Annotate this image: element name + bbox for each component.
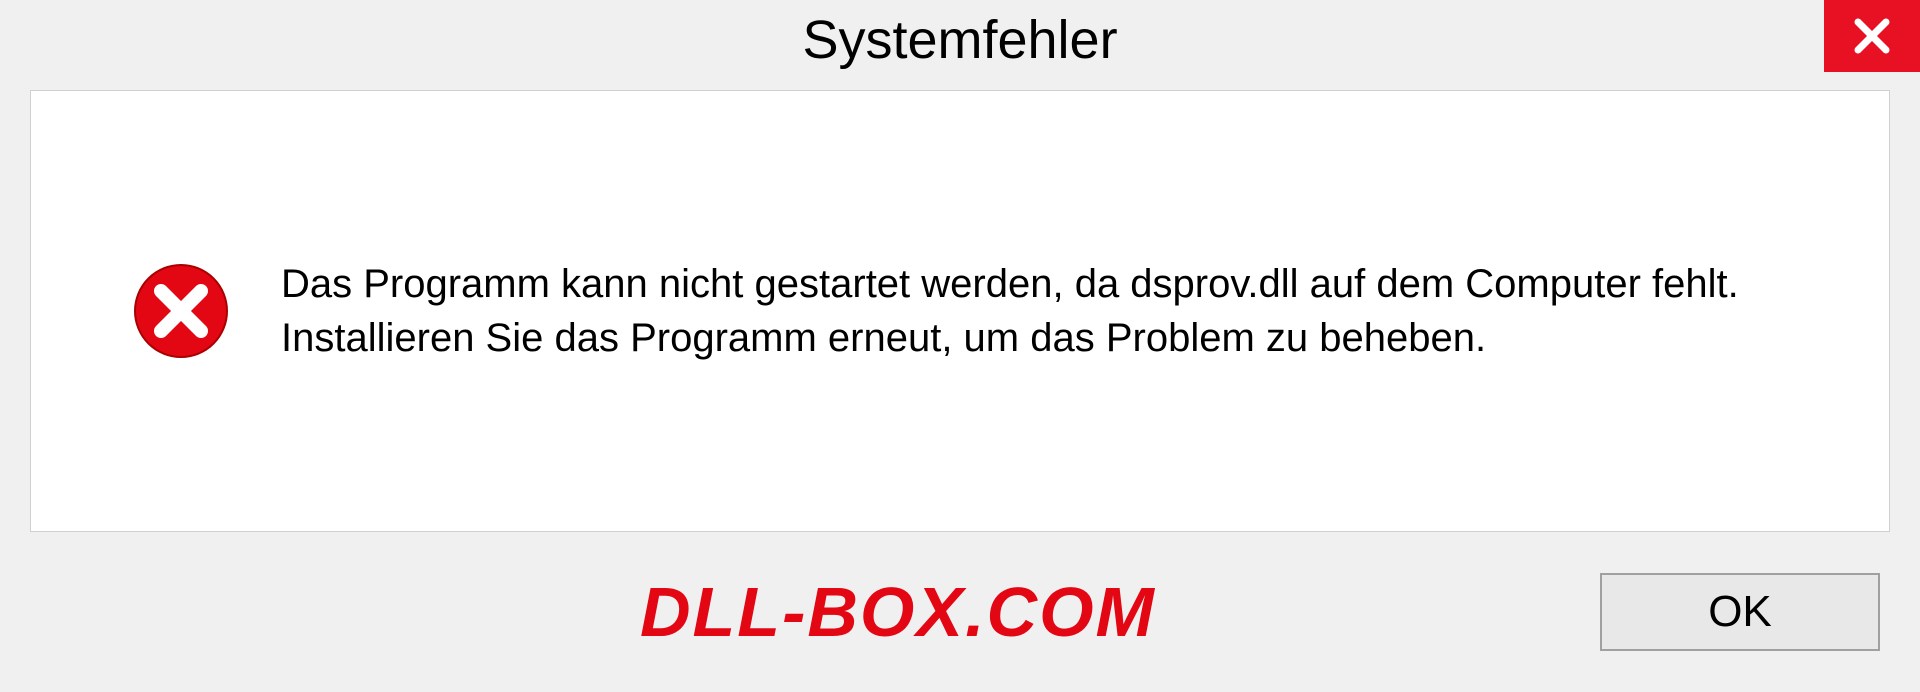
ok-button-label: OK	[1708, 587, 1772, 637]
error-dialog: Systemfehler Das Programm kann nicht ges…	[0, 0, 1920, 692]
close-button[interactable]	[1824, 0, 1920, 72]
ok-button[interactable]: OK	[1600, 573, 1880, 651]
error-message: Das Programm kann nicht gestartet werden…	[281, 257, 1781, 365]
dialog-title: Systemfehler	[802, 9, 1117, 71]
dialog-footer: DLL-BOX.COM OK	[0, 552, 1920, 692]
watermark-text: DLL-BOX.COM	[640, 572, 1156, 652]
content-panel: Das Programm kann nicht gestartet werden…	[30, 90, 1890, 532]
titlebar: Systemfehler	[0, 0, 1920, 80]
close-icon	[1852, 16, 1892, 56]
error-icon	[131, 261, 231, 361]
